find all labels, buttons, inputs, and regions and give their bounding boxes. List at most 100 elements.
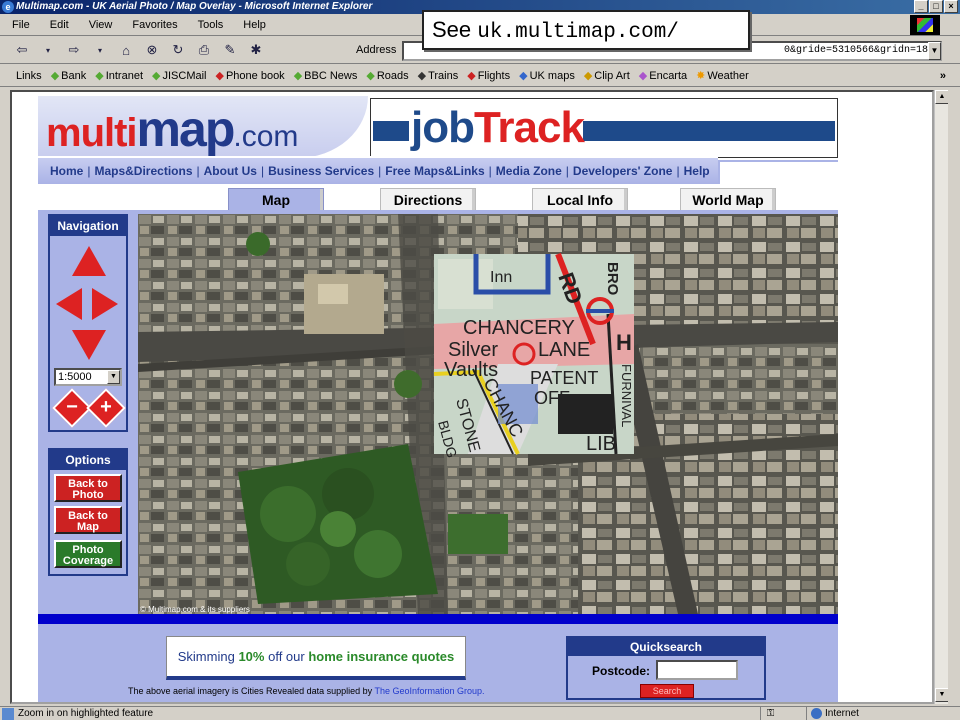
status-text: Zoom in on highlighted feature — [18, 708, 154, 719]
quicksearch-box: Quicksearch Postcode: Search — [566, 636, 766, 700]
nav-home[interactable]: Home — [50, 164, 83, 178]
link-flights[interactable]: ◆ Flights — [467, 69, 510, 83]
nav-about-us[interactable]: About Us — [204, 164, 257, 178]
scroll-up-icon[interactable]: ▲ — [935, 90, 949, 104]
url-callout: See uk.multimap.com/ — [422, 10, 750, 50]
print-icon[interactable]: ⎙ — [196, 42, 212, 58]
insurance-ad-banner[interactable]: Skimming 10% off our home insurance quot… — [166, 636, 466, 680]
nav-business-services[interactable]: Business Services — [268, 164, 374, 178]
map-label-bro: BRO — [604, 262, 621, 296]
plane-icon: ◆ — [467, 70, 476, 82]
refresh-icon[interactable]: ↻ — [170, 42, 186, 58]
imagery-credit: The above aerial imagery is Cities Revea… — [128, 686, 485, 696]
back-icon[interactable]: ⇦ — [14, 42, 30, 58]
news-icon: ◆ — [293, 70, 303, 82]
scroll-down-icon[interactable]: ▼ — [935, 688, 949, 702]
links-label: Links — [16, 69, 42, 82]
link-jiscmail[interactable]: ◆ JISCMail — [152, 69, 206, 83]
navigation-title: Navigation — [50, 216, 126, 236]
site-header: multimap.com jobTrack — [38, 96, 838, 160]
window-title: Multimap.com - UK Aerial Photo / Map Ove… — [16, 1, 373, 12]
aerial-map[interactable]: Inn RD BRO CHANCERY LANE Silver Vaults P… — [138, 214, 838, 614]
scale-select[interactable]: 1:5000 ▼ — [54, 368, 122, 386]
pan-right-arrow-icon[interactable] — [92, 288, 118, 320]
people-icon: ◆ — [95, 70, 104, 82]
windows-logo-icon — [910, 15, 940, 35]
links-more-icon[interactable]: » — [940, 70, 946, 82]
menu-view[interactable]: View — [89, 19, 113, 31]
pan-up-arrow-icon[interactable] — [72, 246, 106, 276]
options-title: Options — [50, 450, 126, 470]
stop-icon[interactable]: ⊗ — [144, 42, 160, 58]
edit-icon[interactable]: ✎ — [222, 42, 238, 58]
nav-media-zone[interactable]: Media Zone — [496, 164, 562, 178]
nav-help[interactable]: Help — [684, 164, 710, 178]
discuss-icon[interactable]: ✱ — [248, 42, 264, 58]
back-to-photo-button[interactable]: Back to Photo — [54, 474, 122, 502]
link-bank[interactable]: ◆ Bank — [50, 69, 87, 83]
pan-left-arrow-icon[interactable] — [56, 288, 82, 320]
site-nav: Home | Maps&Directions | About Us | Busines… — [38, 156, 718, 184]
status-bar: Zoom in on highlighted feature ⚿ Interne… — [0, 706, 960, 720]
menu-tools[interactable]: Tools — [198, 19, 224, 31]
pan-down-arrow-icon[interactable] — [72, 330, 106, 360]
street-map-overlay: Inn RD BRO CHANCERY LANE Silver Vaults P… — [433, 252, 634, 460]
menu-favorites[interactable]: Favorites — [132, 19, 177, 31]
tab-local-info[interactable]: Local Info — [532, 188, 628, 212]
close-button[interactable]: × — [944, 0, 958, 13]
forward-icon[interactable]: ⇨ — [66, 42, 82, 58]
back-to-map-button[interactable]: Back to Map — [54, 506, 122, 534]
quicksearch-title: Quicksearch — [568, 638, 764, 656]
map-copyright: © Multimap.com & its suppliers — [140, 605, 250, 614]
nav-free-maps-links[interactable]: Free Maps&Links — [385, 164, 484, 178]
options-box: Options Back to Photo Back to Map Photo … — [48, 448, 128, 576]
link-intranet[interactable]: ◆ Intranet — [95, 69, 143, 83]
menu-edit[interactable]: Edit — [50, 19, 69, 31]
multimap-logo[interactable]: multimap.com — [46, 100, 298, 158]
postcode-input[interactable] — [656, 660, 738, 680]
link-uk-maps[interactable]: ◆ UK maps — [519, 69, 575, 83]
maximize-button[interactable]: □ — [929, 0, 943, 13]
map-label-lib: LIB — [586, 433, 616, 455]
address-label: Address — [356, 44, 397, 56]
link-trains[interactable]: ◆ Trains — [418, 69, 459, 83]
link-encarta[interactable]: ◆ Encarta — [639, 69, 687, 83]
chevron-down-icon: ▼ — [107, 370, 120, 384]
bottom-section: Skimming 10% off our home insurance quot… — [38, 624, 838, 702]
map-label-lane: LANE — [538, 339, 590, 361]
link-clip-art[interactable]: ◆ Clip Art — [584, 69, 630, 83]
tab-world-map[interactable]: World Map — [680, 188, 776, 212]
address-dropdown-icon[interactable]: ▼ — [928, 42, 941, 60]
back-dropdown-icon[interactable]: ▾ — [40, 42, 56, 58]
minus-icon: − — [66, 396, 78, 418]
link-roads[interactable]: ◆ Roads — [366, 69, 408, 83]
tab-directions[interactable]: Directions — [380, 188, 476, 212]
map-label-off: OFF — [534, 388, 570, 408]
map-label-patent: PATENT — [530, 368, 598, 388]
nav-developers-zone[interactable]: Developers' Zone — [573, 164, 673, 178]
minimize-button[interactable]: _ — [914, 0, 928, 13]
photo-coverage-button[interactable]: Photo Coverage — [54, 540, 122, 568]
menu-file[interactable]: File — [12, 19, 30, 31]
menu-help[interactable]: Help — [243, 19, 266, 31]
zoom-in-button[interactable]: + — [86, 388, 126, 428]
page-icon — [2, 708, 14, 720]
map-label-h: H — [616, 330, 632, 355]
link-bbc-news[interactable]: ◆ BBC News — [293, 69, 358, 83]
link-phone-book[interactable]: ◆ Phone book — [216, 69, 285, 83]
map-label-silver: Silver — [448, 339, 498, 361]
jobtrack-banner[interactable]: jobTrack — [370, 98, 838, 158]
search-button[interactable]: Search — [640, 684, 694, 698]
nav-maps-directions[interactable]: Maps&Directions — [94, 164, 192, 178]
vertical-scrollbar[interactable]: ▲ ▼ — [934, 90, 949, 704]
internet-globe-icon — [811, 708, 822, 719]
geoinformation-link[interactable]: The GeoInformation Group. — [374, 686, 484, 696]
home-icon[interactable]: ⌂ — [118, 42, 134, 58]
map-label-inn: Inn — [490, 269, 512, 286]
tab-map[interactable]: Map — [228, 188, 324, 212]
forward-dropdown-icon[interactable]: ▾ — [92, 42, 108, 58]
link-weather[interactable]: ✸ Weather — [696, 69, 749, 83]
piggy-icon: ◆ — [50, 70, 60, 82]
links-bar: Links ◆ Bank ◆ Intranet ◆ JISCMail ◆ Phone b… — [0, 65, 960, 87]
page-viewport: multimap.com jobTrack Home | Maps&Directi… — [10, 90, 934, 704]
